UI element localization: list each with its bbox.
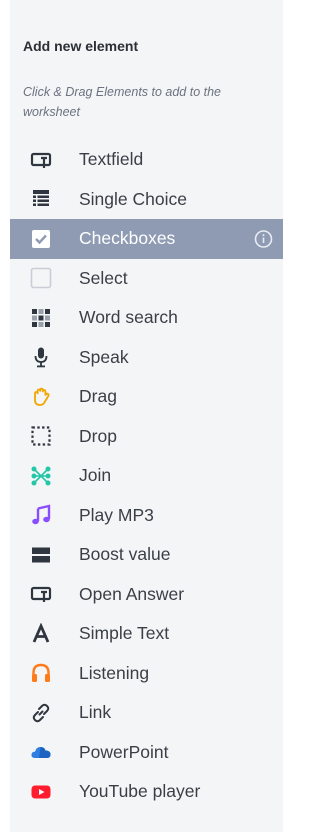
element-link[interactable]: Link [10, 693, 283, 733]
element-label: YouTube player [79, 781, 201, 802]
element-label: Join [79, 465, 112, 486]
element-play-mp3[interactable]: Play MP3 [10, 496, 283, 536]
letter-a-icon [30, 622, 52, 645]
element-label: Drag [79, 386, 117, 407]
panel-hint: Click & Drag Elements to add to the work… [23, 85, 222, 119]
element-label: Select [79, 267, 128, 288]
element-label: Drop [79, 425, 117, 446]
element-join[interactable]: Join [10, 456, 283, 496]
dotted-box-icon [30, 425, 52, 447]
element-label: Single Choice [79, 188, 187, 209]
cloud-icon [30, 741, 52, 763]
link-icon [30, 702, 52, 724]
element-select[interactable]: Select [10, 259, 283, 299]
element-checkboxes[interactable]: Checkboxes [10, 219, 283, 259]
element-label: Checkboxes [79, 228, 176, 249]
element-drop[interactable]: Drop [10, 417, 283, 457]
element-label: Open Answer [79, 583, 185, 604]
element-label: Listening [79, 662, 150, 683]
add-element-panel: Add new element Click & Drag Elements to… [10, 0, 283, 832]
element-list: Textfield Single Choice Checkboxes Selec… [10, 140, 283, 812]
element-powerpoint[interactable]: PowerPoint [10, 733, 283, 773]
element-label: Speak [79, 346, 129, 367]
info-icon[interactable] [254, 229, 273, 248]
element-boost-value[interactable]: Boost value [10, 535, 283, 575]
element-simple-text[interactable]: Simple Text [10, 614, 283, 654]
element-textfield[interactable]: Textfield [10, 140, 283, 180]
headphones-icon [30, 662, 52, 684]
element-label: Boost value [79, 544, 171, 565]
select-icon [30, 267, 52, 289]
boost-value-icon [30, 544, 52, 566]
element-speak[interactable]: Speak [10, 338, 283, 378]
element-open-answer[interactable]: Open Answer [10, 575, 283, 615]
checkbox-icon [30, 228, 52, 250]
element-label: Play MP3 [79, 504, 154, 525]
open-answer-icon [30, 583, 52, 605]
microphone-icon [30, 346, 52, 368]
word-search-icon [30, 307, 52, 329]
element-label: Link [79, 702, 112, 723]
textfield-icon [30, 149, 52, 171]
single-choice-icon [30, 188, 52, 210]
element-label: Word search [79, 307, 178, 328]
element-label: Simple Text [79, 623, 170, 644]
youtube-icon [30, 781, 52, 803]
element-drag[interactable]: Drag [10, 377, 283, 417]
music-note-icon [30, 504, 52, 526]
element-label: Textfield [79, 149, 144, 170]
panel-title: Add new element [23, 38, 139, 54]
element-single-choice[interactable]: Single Choice [10, 180, 283, 220]
element-youtube-player[interactable]: YouTube player [10, 772, 283, 812]
join-icon [30, 465, 52, 487]
hand-icon [30, 386, 52, 408]
element-listening[interactable]: Listening [10, 654, 283, 694]
element-label: PowerPoint [79, 741, 169, 762]
element-word-search[interactable]: Word search [10, 298, 283, 338]
